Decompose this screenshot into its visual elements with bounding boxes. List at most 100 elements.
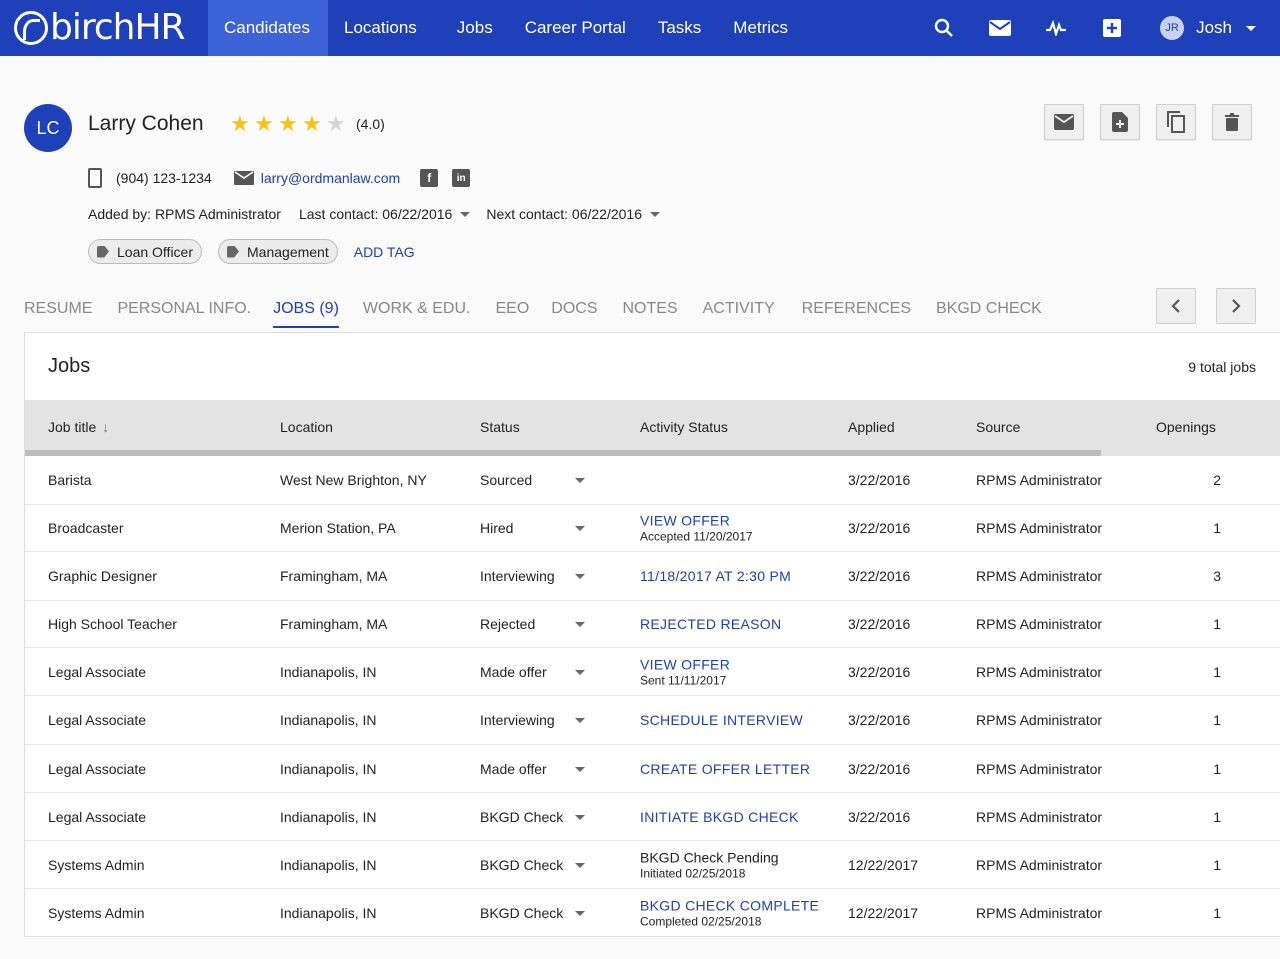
user-menu[interactable]: JR Josh: [1160, 16, 1256, 40]
table-row[interactable]: High School Teacher Framingham, MA Rejecte…: [25, 600, 1280, 647]
activity-status[interactable]: CREATE OFFER LETTER: [640, 761, 810, 777]
tab-bkgd-check[interactable]: BKGD CHECK: [936, 300, 1042, 328]
star-icon[interactable]: ★: [326, 112, 350, 136]
job-status[interactable]: BKGD Check: [480, 905, 563, 921]
tag-loan-officer[interactable]: Loan Officer: [88, 239, 203, 264]
chevron-down-icon[interactable]: [650, 211, 660, 217]
activity-link[interactable]: VIEW OFFER: [640, 513, 730, 529]
activity-icon[interactable]: [1036, 0, 1076, 56]
tab-notes[interactable]: NOTES: [623, 300, 678, 328]
job-title[interactable]: High School Teacher: [48, 616, 177, 632]
chevron-down-icon[interactable]: [460, 211, 471, 217]
star-icon[interactable]: ★: [302, 112, 326, 136]
job-title[interactable]: Systems Admin: [48, 857, 144, 873]
star-rating[interactable]: ★ ★ ★ ★ ★: [230, 112, 350, 136]
job-status[interactable]: Interviewing: [480, 568, 555, 584]
col-location[interactable]: Location: [280, 419, 333, 435]
chevron-left-icon[interactable]: [1156, 288, 1196, 324]
tab-personal-info[interactable]: PERSONAL INFO.: [117, 300, 251, 328]
star-icon[interactable]: ★: [278, 112, 302, 136]
tab-activity[interactable]: ACTIVITY: [703, 300, 775, 328]
chevron-down-icon[interactable]: [575, 814, 585, 820]
col-openings[interactable]: Openings: [1156, 419, 1216, 435]
tab-references[interactable]: REFERENCES: [802, 300, 911, 328]
email-action-button[interactable]: [1044, 104, 1084, 140]
job-title[interactable]: Legal Associate: [48, 664, 146, 680]
tab-resume[interactable]: RESUME: [24, 300, 92, 328]
nav-tab-career-portal[interactable]: Career Portal: [509, 0, 642, 56]
job-title[interactable]: Legal Associate: [48, 712, 146, 728]
job-status[interactable]: Hired: [480, 520, 513, 536]
table-row[interactable]: Legal Associate Indianapolis, IN Interview…: [25, 695, 1280, 744]
activity-status[interactable]: BKGD CHECK COMPLETE Completed 02/25/2018: [640, 897, 819, 928]
table-row[interactable]: Broadcaster Merion Station, PA Hired VIEW O…: [25, 504, 1280, 551]
activity-link[interactable]: CREATE OFFER LETTER: [640, 761, 810, 777]
tab-docs[interactable]: DOCS: [551, 300, 597, 328]
job-status[interactable]: Made offer: [480, 664, 547, 680]
chevron-down-icon[interactable]: [575, 766, 585, 772]
plus-icon[interactable]: [1092, 0, 1132, 56]
tab-eeo[interactable]: EEO: [495, 300, 529, 328]
copy-button[interactable]: [1156, 104, 1196, 140]
chevron-down-icon[interactable]: [575, 574, 585, 579]
job-status[interactable]: Made offer: [480, 761, 547, 777]
next-contact[interactable]: Next contact: 06/22/2016: [486, 206, 642, 222]
tab-jobs[interactable]: JOBS (9): [273, 300, 339, 328]
nav-tab-candidates[interactable]: Candidates: [208, 0, 328, 56]
logo[interactable]: birchHR: [0, 0, 208, 56]
activity-status[interactable]: REJECTED REASON: [640, 616, 781, 632]
activity-link[interactable]: INITIATE BKGD CHECK: [640, 809, 799, 825]
linkedin-icon[interactable]: in: [452, 169, 471, 187]
activity-status[interactable]: VIEW OFFER Sent 11/11/2017: [640, 656, 730, 687]
activity-status[interactable]: INITIATE BKGD CHECK: [640, 809, 799, 825]
chevron-down-icon[interactable]: [575, 718, 585, 723]
activity-status[interactable]: SCHEDULE INTERVIEW: [640, 712, 803, 728]
nav-tab-tasks[interactable]: Tasks: [642, 0, 717, 56]
last-contact[interactable]: Last contact: 06/22/2016: [299, 206, 452, 222]
activity-status[interactable]: VIEW OFFER Accepted 11/20/2017: [640, 513, 753, 544]
job-title[interactable]: Legal Associate: [48, 809, 146, 825]
activity-link[interactable]: REJECTED REASON: [640, 616, 781, 632]
col-source[interactable]: Source: [976, 419, 1020, 435]
activity-link[interactable]: BKGD CHECK COMPLETE: [640, 897, 819, 913]
job-title[interactable]: Systems Admin: [48, 905, 144, 921]
table-row[interactable]: Systems Admin Indianapolis, IN BKGD Check B…: [25, 888, 1280, 936]
nav-tab-metrics[interactable]: Metrics: [717, 0, 804, 56]
job-title[interactable]: Broadcaster: [48, 520, 123, 536]
job-status[interactable]: Rejected: [480, 616, 535, 632]
star-icon[interactable]: ★: [254, 112, 278, 136]
table-row[interactable]: Legal Associate Indianapolis, IN Made offe…: [25, 744, 1280, 792]
chevron-down-icon[interactable]: [575, 910, 585, 916]
delete-button[interactable]: [1212, 104, 1252, 140]
table-row[interactable]: Legal Associate Indianapolis, IN Made offe…: [25, 647, 1280, 695]
table-row[interactable]: Legal Associate Indianapolis, IN BKGD Chec…: [25, 792, 1280, 840]
activity-status[interactable]: 11/18/2017 AT 2:30 PM: [640, 568, 791, 584]
job-title[interactable]: Graphic Designer: [48, 568, 157, 584]
col-activity-status[interactable]: Activity Status: [640, 419, 728, 435]
col-job-title[interactable]: Job title ↓: [48, 419, 109, 435]
activity-link[interactable]: 11/18/2017 AT 2:30 PM: [640, 568, 791, 584]
activity-link[interactable]: SCHEDULE INTERVIEW: [640, 712, 803, 728]
table-row[interactable]: Systems Admin Indianapolis, IN BKGD Check B…: [25, 840, 1280, 888]
add-tag-button[interactable]: ADD TAG: [354, 244, 415, 260]
job-title[interactable]: Barista: [48, 472, 92, 488]
activity-link[interactable]: VIEW OFFER: [640, 656, 730, 672]
facebook-icon[interactable]: f: [420, 169, 439, 187]
nav-tab-locations[interactable]: Locations: [328, 0, 433, 56]
star-icon[interactable]: ★: [230, 112, 254, 136]
job-status[interactable]: BKGD Check: [480, 809, 563, 825]
tab-work-edu[interactable]: WORK & EDU.: [363, 300, 471, 328]
col-applied[interactable]: Applied: [848, 419, 895, 435]
add-document-button[interactable]: [1100, 104, 1140, 140]
chevron-down-icon[interactable]: [575, 622, 585, 627]
chevron-down-icon[interactable]: [575, 478, 585, 483]
job-status[interactable]: Interviewing: [480, 712, 555, 728]
search-icon[interactable]: [924, 0, 964, 56]
chevron-down-icon[interactable]: [575, 862, 585, 868]
chevron-down-icon[interactable]: [575, 669, 585, 675]
job-status[interactable]: BKGD Check: [480, 857, 563, 873]
table-row[interactable]: Graphic Designer Framingham, MA Interviewi…: [25, 551, 1280, 600]
job-title[interactable]: Legal Associate: [48, 761, 146, 777]
job-status[interactable]: Sourced: [480, 472, 532, 488]
table-row[interactable]: Barista West New Brighton, NY Sourced 3/22/…: [25, 456, 1280, 504]
